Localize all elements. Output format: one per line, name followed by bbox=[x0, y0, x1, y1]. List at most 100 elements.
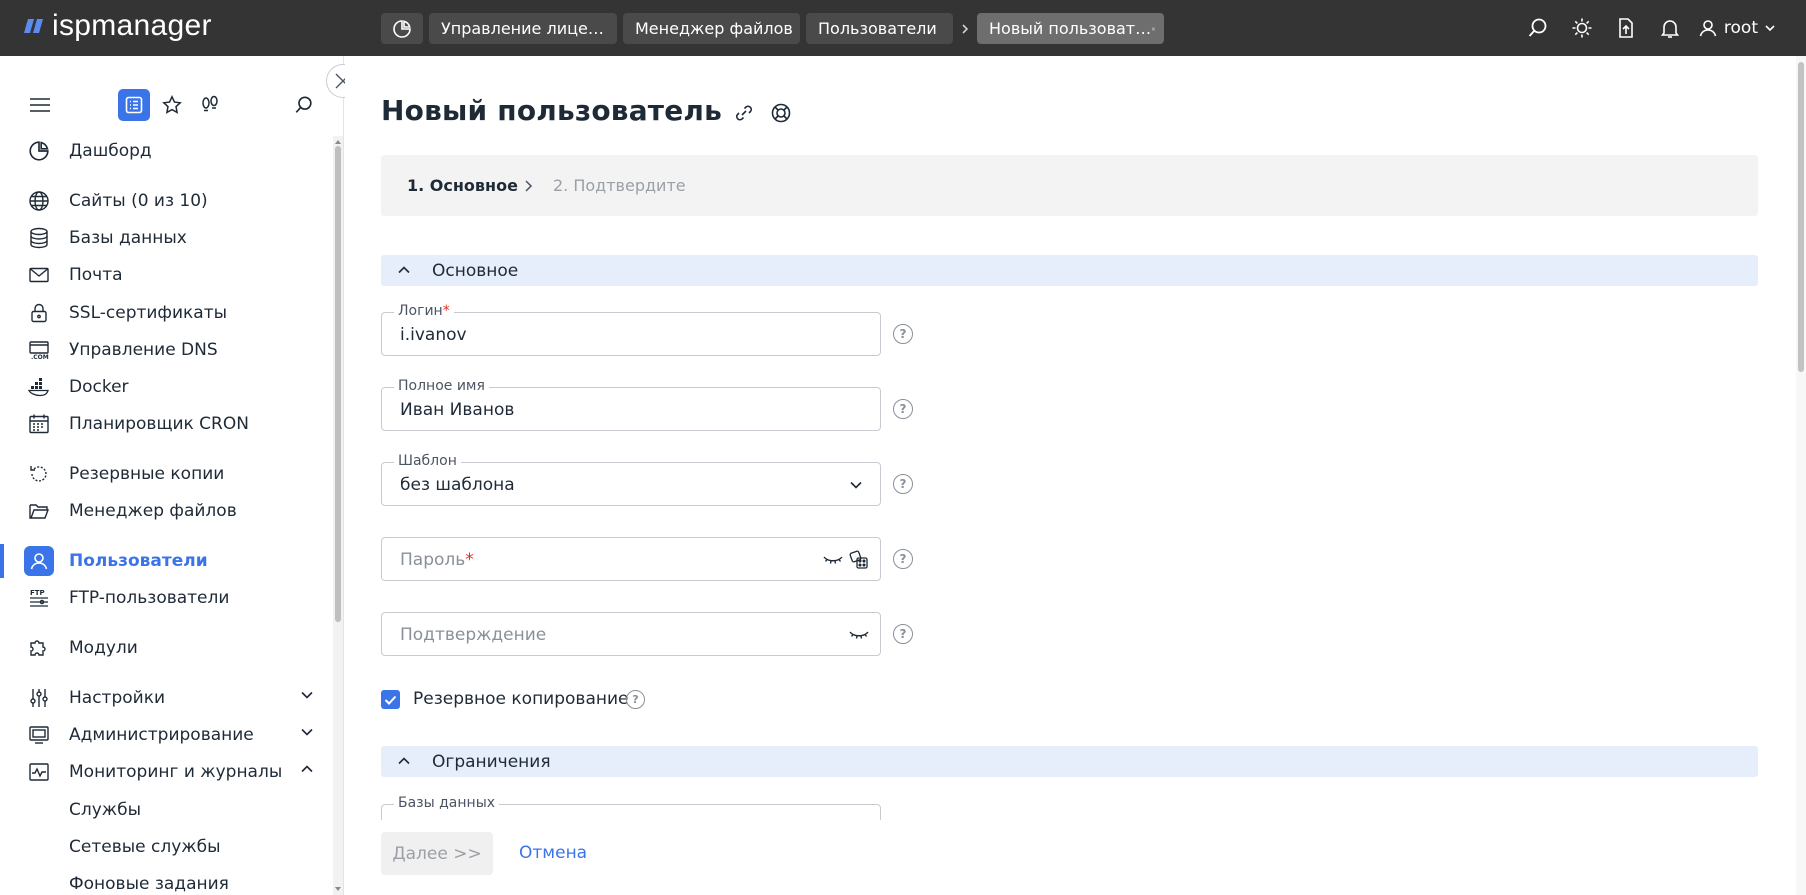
section-limits-toggle[interactable]: Ограничения bbox=[381, 746, 1758, 777]
history-button[interactable] bbox=[194, 89, 226, 121]
search-icon bbox=[295, 96, 312, 113]
sidebar-item-modules[interactable]: Модули bbox=[0, 631, 330, 665]
sidebar-item-ftp-users[interactable]: FTP FTP-пользователи bbox=[0, 581, 330, 615]
eye-closed-icon bbox=[823, 556, 843, 564]
bell-icon bbox=[1660, 20, 1680, 38]
favorites-button[interactable] bbox=[156, 89, 188, 121]
help-icon[interactable]: ? bbox=[893, 549, 913, 569]
sidebar-item-dashboard[interactable]: Дашборд bbox=[0, 134, 330, 168]
next-button[interactable]: Далее >> bbox=[381, 832, 493, 875]
field-label: Логин* bbox=[394, 303, 454, 319]
menu-search-button[interactable] bbox=[288, 89, 320, 121]
sidebar-item-label: FTP-пользователи bbox=[69, 588, 230, 608]
help-icon[interactable]: ? bbox=[893, 474, 913, 494]
sidebar-item-label: Службы bbox=[69, 800, 142, 820]
chevron-right-icon bbox=[953, 23, 977, 35]
password-field[interactable]: Пароль* bbox=[381, 537, 881, 581]
generate-password-button[interactable] bbox=[848, 550, 870, 570]
sidebar-item-label: Мониторинг и журналы bbox=[69, 762, 283, 782]
user-icon bbox=[1699, 20, 1717, 37]
sidebar-subitem-services[interactable]: Службы bbox=[0, 793, 330, 827]
sidebar-item-file-manager[interactable]: Менеджер файлов bbox=[0, 494, 330, 528]
sidebar-scrollbar[interactable] bbox=[333, 136, 343, 895]
copy-link-button[interactable] bbox=[731, 100, 757, 126]
tab-label: Управление лице… bbox=[441, 19, 604, 38]
login-field[interactable]: Логин* i.ivanov bbox=[381, 303, 881, 356]
sidebar-item-label: Дашборд bbox=[69, 141, 152, 161]
section-main-toggle[interactable]: Основное bbox=[381, 255, 1758, 286]
sidebar-item-label: Сетевые службы bbox=[69, 837, 221, 857]
chevron-right-icon bbox=[525, 180, 533, 192]
backup-checkbox-label[interactable]: Резервное копирование bbox=[413, 689, 628, 709]
search-icon bbox=[1528, 18, 1547, 37]
show-password-button[interactable] bbox=[848, 625, 870, 645]
chevron-up-icon bbox=[398, 757, 410, 765]
main-scroll-thumb[interactable] bbox=[1798, 62, 1804, 372]
sidebar-item-settings[interactable]: Настройки bbox=[0, 681, 330, 715]
login-value[interactable]: i.ivanov bbox=[400, 325, 467, 345]
step-confirm: 2. Подтвердите bbox=[553, 176, 686, 195]
help-icon[interactable]: ? bbox=[893, 624, 913, 644]
scroll-down-icon[interactable] bbox=[334, 885, 342, 893]
sidebar-item-cron[interactable]: Планировщик CRON bbox=[0, 407, 330, 441]
help-center-button[interactable] bbox=[768, 100, 794, 126]
sidebar-subitem-background-tasks[interactable]: Фоновые задания bbox=[0, 867, 330, 895]
help-icon[interactable]: ? bbox=[893, 399, 913, 419]
sidebar-item-dns[interactable]: .COM Управление DNS bbox=[0, 333, 330, 367]
sidebar-item-monitoring[interactable]: Мониторинг и журналы bbox=[0, 755, 330, 789]
tab-dashboard[interactable] bbox=[381, 13, 423, 44]
activity-icon bbox=[26, 759, 52, 785]
template-select[interactable]: Шаблон без шаблона bbox=[381, 453, 881, 506]
tab-new-user[interactable]: Новый пользоват… bbox=[977, 13, 1164, 44]
sidebar-item-label: Резервные копии bbox=[69, 464, 225, 484]
template-value: без шаблона bbox=[400, 475, 515, 495]
theme-button[interactable] bbox=[1560, 0, 1604, 56]
sidebar-item-databases[interactable]: Базы данных bbox=[0, 221, 330, 255]
tab-users[interactable]: Пользователи bbox=[806, 13, 953, 44]
password-placeholder: Пароль* bbox=[400, 550, 474, 570]
database-icon bbox=[26, 225, 52, 251]
tab-label: Новый пользоват… bbox=[989, 19, 1152, 38]
user-icon bbox=[24, 546, 54, 576]
tab-file-manager[interactable]: Менеджер файлов bbox=[623, 13, 800, 44]
sidebar-item-users[interactable]: Пользователи bbox=[0, 544, 330, 578]
svg-text:FTP: FTP bbox=[30, 589, 45, 597]
help-icon[interactable]: ? bbox=[893, 324, 913, 344]
monitor-icon bbox=[26, 722, 52, 748]
show-password-button[interactable] bbox=[822, 550, 844, 570]
sidebar-item-backups[interactable]: Резервные копии bbox=[0, 457, 330, 491]
close-icon[interactable] bbox=[1151, 21, 1156, 37]
menu-button[interactable] bbox=[24, 89, 56, 121]
main-scrollbar[interactable] bbox=[1796, 56, 1806, 895]
sidebar-scroll-thumb[interactable] bbox=[335, 146, 341, 622]
chevron-down-icon bbox=[845, 475, 867, 495]
full-name-value[interactable]: Иван Иванов bbox=[400, 400, 514, 420]
sidebar-item-docker[interactable]: Docker bbox=[0, 370, 330, 404]
sidebar-item-sites[interactable]: Сайты (0 из 10) bbox=[0, 184, 330, 218]
chevron-up-icon bbox=[398, 266, 410, 274]
top-bar: ispmanager Управление лице… Менеджер фай… bbox=[0, 0, 1806, 56]
sidebar-subitem-network-services[interactable]: Сетевые службы bbox=[0, 830, 330, 864]
menu-view-list-button[interactable] bbox=[118, 89, 150, 121]
help-icon[interactable]: ? bbox=[626, 690, 645, 709]
sidebar-item-mail[interactable]: Почта bbox=[0, 258, 330, 292]
notifications-button[interactable] bbox=[1648, 0, 1692, 56]
sidebar-toolbar bbox=[0, 56, 343, 134]
footprints-icon bbox=[202, 95, 218, 112]
logo[interactable]: ispmanager bbox=[24, 11, 212, 41]
tab-license-management[interactable]: Управление лице… bbox=[429, 13, 617, 44]
backup-checkbox[interactable] bbox=[381, 690, 400, 709]
databases-label: Базы данных bbox=[394, 795, 500, 811]
scroll-up-icon[interactable] bbox=[334, 138, 342, 146]
sidebar-item-ssl[interactable]: SSL-сертификаты bbox=[0, 296, 330, 330]
sliders-icon bbox=[26, 685, 52, 711]
password-confirm-field[interactable]: Подтверждение bbox=[381, 612, 881, 656]
upload-button[interactable] bbox=[1604, 0, 1648, 56]
search-button[interactable] bbox=[1516, 0, 1560, 56]
cancel-button[interactable]: Отмена bbox=[519, 843, 587, 863]
svg-text:.COM: .COM bbox=[31, 354, 49, 361]
sidebar-item-administration[interactable]: Администрирование bbox=[0, 718, 330, 752]
user-menu[interactable]: root bbox=[1692, 0, 1806, 56]
full-name-field[interactable]: Полное имя Иван Иванов bbox=[381, 378, 881, 431]
sidebar-item-label: Почта bbox=[69, 265, 123, 285]
